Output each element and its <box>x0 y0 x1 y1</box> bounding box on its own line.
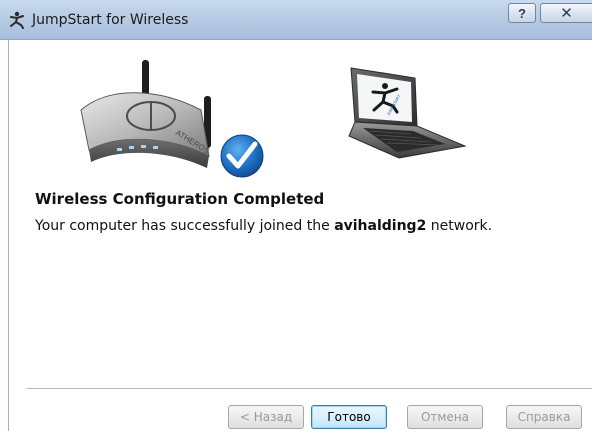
help-button[interactable]: Справка <box>506 405 582 429</box>
laptop-icon: JUMPSTART <box>348 67 467 159</box>
completion-heading: Wireless Configuration Completed <box>35 190 325 208</box>
content-panel: ATHEROS JUMPSTART Wireless Configuration… <box>8 40 592 431</box>
done-button[interactable]: Готово <box>311 405 387 429</box>
message-prefix: Your computer has successfully joined th… <box>35 218 335 234</box>
help-title-button[interactable]: ? <box>508 3 536 23</box>
cancel-button[interactable]: Отмена <box>407 405 483 429</box>
back-button[interactable]: < Назад <box>228 405 304 429</box>
completion-message: Your computer has successfully joined th… <box>35 218 492 234</box>
close-button[interactable]: ✕ <box>540 3 592 23</box>
network-name: avihalding2 <box>334 218 427 234</box>
title-bar[interactable]: JumpStart for Wireless ? ✕ <box>0 0 592 40</box>
jumpstart-app-icon <box>10 11 24 29</box>
jumpstart-window: JumpStart for Wireless ? ✕ ATHEROS JUMPS… <box>0 0 592 431</box>
window-title: JumpStart for Wireless <box>32 12 189 28</box>
message-suffix: network. <box>426 218 493 234</box>
footer-separator <box>27 388 592 390</box>
router-icon: ATHEROS <box>80 60 266 178</box>
